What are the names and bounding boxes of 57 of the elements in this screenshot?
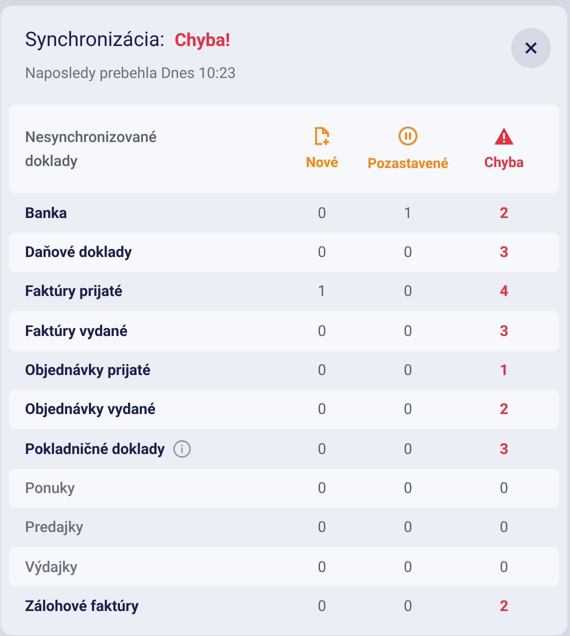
row-name: Objednávky vydané	[25, 399, 156, 420]
table-cell-text: 2	[500, 596, 508, 617]
row-name: Pokladničné doklady	[25, 438, 165, 460]
column-header: Nesynchronizované doklady	[25, 126, 158, 172]
table-cell-text: 0	[318, 242, 326, 264]
table-cell-text: 0	[318, 517, 326, 538]
table-cell-text: 0	[318, 320, 326, 342]
table-cell-text: 3	[500, 242, 508, 264]
table-cell-text: 3	[500, 438, 508, 460]
info-icon[interactable]	[172, 440, 191, 458]
file-plus-icon	[314, 127, 330, 145]
table-cell-text: 1	[500, 360, 508, 382]
table-cell-text: 0	[318, 399, 326, 420]
table-cell-text: 0	[318, 596, 326, 617]
table-cell-text: 0	[404, 320, 412, 342]
table-cell-text: 1	[404, 202, 412, 224]
table-cell-text: 0	[404, 438, 412, 460]
table-cell-text: 0	[500, 556, 508, 578]
row-name: Banka	[25, 202, 68, 224]
table-cell-text: 4	[500, 281, 508, 302]
dialog-title: Synchronizácia:	[25, 26, 165, 53]
last-sync-text: Naposledy prebehla Dnes 10:23	[25, 63, 236, 84]
close-button[interactable]	[511, 28, 551, 68]
table-cell-text: 2	[500, 399, 508, 420]
table-cell-text: 0	[318, 556, 326, 578]
row-name: Daňové doklady	[25, 242, 132, 264]
table-cell-text: 0	[404, 556, 412, 578]
table-cell-text: 0	[500, 517, 508, 538]
row-name: Objednávky prijaté	[25, 360, 150, 382]
table-cell-text: 0	[318, 438, 326, 460]
table-cell-text: 0	[404, 242, 412, 264]
column-header: Nové	[306, 154, 338, 173]
error-status: Chyba!	[174, 29, 230, 53]
table-cell-text: 0	[404, 517, 412, 538]
row-name: Predajky	[25, 517, 84, 538]
warning-icon	[494, 127, 514, 145]
pause-icon	[398, 126, 418, 146]
row-name: Faktúry prijaté	[25, 281, 122, 302]
column-header: Pozastavené	[368, 155, 448, 174]
table-cell-text: 0	[404, 596, 412, 617]
table-cell-text: 0	[404, 360, 412, 382]
table-cell-text: 0	[318, 202, 326, 224]
row-name: Ponuky	[25, 478, 75, 499]
table-cell-text: 0	[404, 399, 412, 420]
close-icon	[524, 41, 538, 55]
table-cell-text: 0	[318, 360, 326, 382]
table-cell-text: 0	[500, 478, 508, 499]
table-cell-text: 0	[404, 478, 412, 499]
row-name: Výdajky	[25, 556, 78, 578]
row-name: Zálohové faktúry	[25, 596, 139, 617]
table-cell-text: 0	[318, 478, 326, 499]
table-cell-text: 2	[500, 202, 508, 224]
table-cell-text: 3	[500, 320, 508, 342]
row-name: Faktúry vydané	[25, 320, 128, 342]
table-cell-text: 1	[318, 281, 326, 302]
table-cell-text: 0	[404, 281, 412, 302]
column-header: Chyba	[484, 154, 524, 173]
